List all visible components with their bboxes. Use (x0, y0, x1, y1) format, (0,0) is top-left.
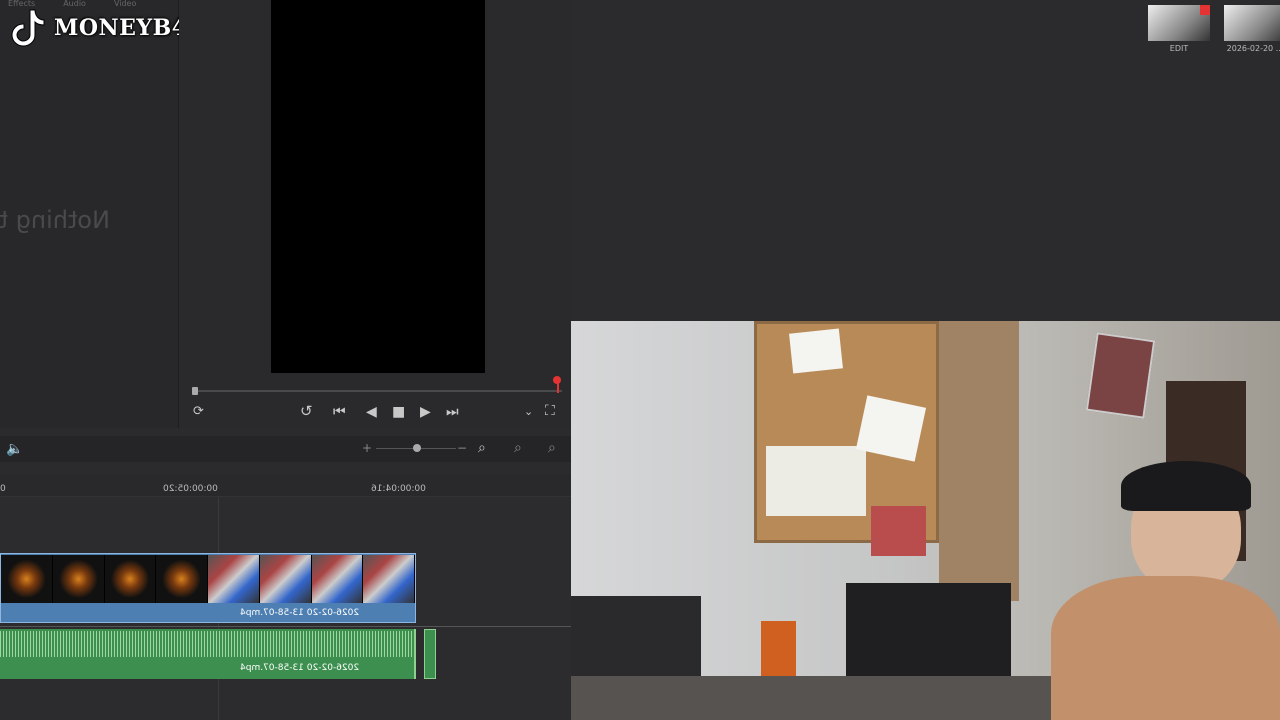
track-divider (0, 626, 571, 627)
timeline-ruler[interactable] (0, 474, 571, 497)
skip-back-icon[interactable]: ⏮ (333, 405, 346, 419)
scene-label: EDIT (1169, 44, 1189, 53)
audio-clip-tail[interactable] (424, 629, 436, 679)
scene-recording[interactable]: 2026-02-20 ... (1224, 5, 1280, 53)
scrub-bar[interactable] (194, 390, 562, 392)
preview-video (271, 0, 485, 373)
speaker-icon[interactable]: 🔈 (6, 442, 23, 456)
scrub-start-marker[interactable] (192, 387, 198, 395)
tiktok-icon (11, 9, 45, 47)
video-clip-name: 2026-02-20 13-58-07.mp4 (240, 608, 360, 618)
scene-edit[interactable]: EDIT (1148, 5, 1210, 53)
ruler-label: 00:00:04:16 (371, 484, 426, 494)
audio-waveform (0, 631, 414, 657)
scene-thumbnail (1224, 5, 1280, 41)
zoom-reset-icon[interactable]: ⌕ (548, 441, 556, 455)
zoom-slider-handle[interactable] (413, 444, 421, 452)
loop-icon[interactable]: ⟳ (193, 405, 204, 419)
scene-thumbnails: EDIT 2026-02-20 ... (1148, 5, 1280, 53)
zoom-selection-icon[interactable]: ⌕ (514, 441, 522, 455)
audio-clip-name: 2026-02-20 13-58-07.mp4 (240, 663, 360, 673)
playhead-handle[interactable] (553, 376, 561, 384)
ruler-label: 0 (0, 484, 6, 494)
stop-icon[interactable]: ■ (392, 405, 405, 419)
webcam-overlay (571, 321, 1280, 720)
step-back-icon[interactable]: ◀ (366, 405, 377, 419)
zoom-out-icon[interactable]: − (457, 441, 467, 455)
zoom-in-icon[interactable]: + (362, 441, 372, 455)
video-clip-thumbnails (1, 555, 415, 603)
ruler-label: 00:00:05:20 (163, 484, 218, 494)
empty-media-message: Nothing t (0, 206, 110, 234)
fullscreen-icon[interactable]: ⛶ (545, 404, 555, 418)
scrub-end-line (557, 383, 559, 393)
play-icon[interactable]: ▶ (420, 405, 431, 419)
replay-icon[interactable]: ↺ (300, 404, 313, 419)
skip-forward-icon[interactable]: ⏭ (446, 405, 459, 419)
chevron-down-icon[interactable]: ⌄ (524, 405, 533, 419)
scene-label: 2026-02-20 ... (1226, 44, 1280, 53)
scene-thumbnail (1148, 5, 1210, 41)
zoom-fit-icon[interactable]: ⌕ (478, 441, 486, 455)
